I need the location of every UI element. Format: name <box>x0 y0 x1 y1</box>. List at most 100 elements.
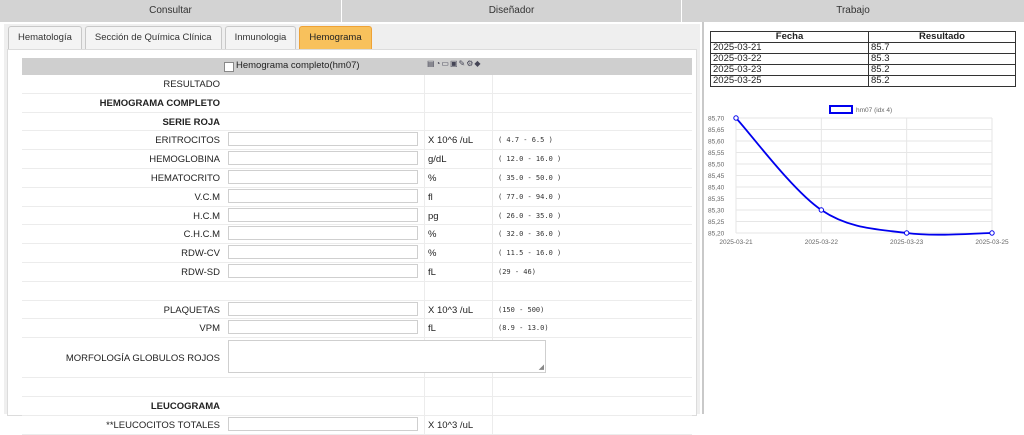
column-divider <box>424 206 425 225</box>
tab-hematologia[interactable]: Hematología <box>8 26 82 49</box>
field-label: ERITROCITOS <box>155 135 220 147</box>
section-consultar[interactable]: Consultar <box>0 0 342 22</box>
field-label: H.C.M <box>193 210 220 222</box>
column-divider <box>492 319 493 338</box>
result-input[interactable] <box>228 263 418 278</box>
date-cell: 2025-03-23 <box>710 64 869 76</box>
form-title: Hemograma completo(hm07) <box>236 60 360 71</box>
unit-label: % <box>428 248 437 260</box>
column-divider <box>492 150 493 168</box>
result-input[interactable] <box>228 151 418 166</box>
x-tick-label: 2025-03-21 <box>719 239 753 246</box>
form-row: H.C.M pg ( 26.0 - 35.0 ) <box>22 206 692 226</box>
y-tick-label: 85,20 <box>708 231 725 238</box>
form-row: VPM fL (8.9 - 13.0) <box>22 319 692 339</box>
result-input[interactable] <box>228 320 418 335</box>
result-input[interactable] <box>228 188 418 203</box>
result-cell: 85.7 <box>868 42 1016 54</box>
unit-label: % <box>428 172 437 184</box>
form-rows: RESULTADO HEMOGRAMA COMPLETO SERIE ROJA ERI… <box>22 75 692 435</box>
field-label: SERIE ROJA <box>162 116 220 128</box>
tab-inmunologia[interactable]: Inmunologia <box>224 26 297 49</box>
section-trabajo[interactable]: Trabajo <box>682 0 1024 22</box>
field-label: V.C.M <box>194 191 220 203</box>
form-row: RESULTADO <box>22 75 692 94</box>
reference-range: ( 32.0 - 36.0 ) <box>498 230 562 239</box>
field-label: RDW-CV <box>181 248 220 260</box>
column-divider <box>492 244 493 262</box>
column-divider <box>424 131 425 150</box>
unit-label: fl <box>428 191 433 203</box>
form-row: MORFOLOGÍA GLOBULOS ROJOS ◢ <box>22 338 692 379</box>
reference-range: ( 11.5 - 16.0 ) <box>498 249 562 258</box>
tab-hemograma[interactable]: Hemograma <box>299 26 372 49</box>
form-row: PLAQUETAS X 10^3 /uL (150 - 500) <box>22 300 692 320</box>
hemograma-checkbox[interactable] <box>224 62 234 72</box>
result-input[interactable] <box>228 169 418 184</box>
panel-divider[interactable] <box>702 22 704 414</box>
table-row: 2025-03-25 85.2 <box>710 75 1016 87</box>
results-chart: hm07 (idx 4) 85,70 85,65 85,60 85,55 85,50 85,… <box>708 105 1009 246</box>
x-tick-label: 2025-03-25 <box>975 239 1009 246</box>
form-row: LEUCOGRAMA <box>22 396 692 416</box>
unit-label: fL <box>428 266 436 278</box>
result-input[interactable] <box>228 416 418 431</box>
column-divider <box>492 300 493 319</box>
table-row: 2025-03-22 85.3 <box>710 53 1016 65</box>
col-header-fecha: Fecha <box>710 31 869 43</box>
resize-grip-icon[interactable]: ◢ <box>539 363 544 371</box>
form-row: HEMOGRAMA COMPLETO <box>22 93 692 113</box>
morfologia-textarea[interactable]: ◢ <box>228 340 546 374</box>
reference-range: (150 - 500) <box>498 305 545 314</box>
form-row: HEMOGLOBINA g/dL ( 12.0 - 16.0 ) <box>22 150 692 169</box>
date-cell: 2025-03-25 <box>710 75 869 87</box>
column-divider <box>424 244 425 262</box>
toolbar-icons[interactable]: ▤◔▭▣✎⚙◆ <box>427 59 482 68</box>
y-tick-label: 85,70 <box>708 116 725 123</box>
tab-content: Hemograma completo(hm07) ▤◔▭▣✎⚙◆ RESULTA… <box>7 49 697 435</box>
field-label: RESULTADO <box>163 79 220 90</box>
reference-range: ( 4.7 - 6.5 ) <box>498 136 553 145</box>
date-cell: 2025-03-21 <box>710 42 869 54</box>
x-tick-label: 2025-03-23 <box>890 239 924 246</box>
form-row: C.H.C.M% ( 32.0 - 36.0 ) <box>22 225 692 245</box>
legend-swatch <box>829 105 853 114</box>
section-disenador[interactable]: Diseñador <box>342 0 682 22</box>
reference-range: (29 - 46) <box>498 267 536 276</box>
tab-bar: Hematología Sección de Química Clínica I… <box>8 26 375 49</box>
field-label: RDW-SD <box>181 266 220 278</box>
column-divider <box>492 112 493 131</box>
column-divider <box>424 415 425 434</box>
field-label: HEMOGRAMA COMPLETO <box>99 97 220 109</box>
result-input[interactable] <box>228 132 418 147</box>
tab-quimica-clinica[interactable]: Sección de Química Clínica <box>84 26 222 49</box>
column-divider <box>492 187 493 206</box>
result-input[interactable] <box>228 301 418 316</box>
field-label: **LEUCOCITOS TOTALES <box>106 419 220 431</box>
column-divider <box>424 150 425 168</box>
result-cell: 85.2 <box>868 75 1016 87</box>
result-input[interactable] <box>228 207 418 222</box>
y-tick-label: 85,55 <box>708 150 725 157</box>
column-divider <box>424 319 425 338</box>
y-tick-label: 85,25 <box>708 219 725 226</box>
column-divider <box>424 168 425 187</box>
y-tick-label: 85,65 <box>708 127 725 134</box>
y-tick-label: 85,35 <box>708 196 725 203</box>
form-row: RDW-SD fL (29 - 46) <box>22 262 692 282</box>
column-divider <box>492 225 493 244</box>
field-label: HEMOGLOBINA <box>149 154 220 166</box>
column-divider <box>424 300 425 319</box>
reference-range: (8.9 - 13.0) <box>498 324 549 333</box>
x-tick-label: 2025-03-22 <box>805 239 839 246</box>
unit-label: fL <box>428 323 436 335</box>
right-panel: Fecha Resultado 2025-03-21 85.7 2025-03-22… <box>706 24 1024 414</box>
field-label: LEUCOGRAMA <box>150 400 220 412</box>
result-input[interactable] <box>228 245 418 260</box>
y-tick-label: 85,50 <box>708 162 725 169</box>
column-divider <box>492 131 493 150</box>
result-input[interactable] <box>228 226 418 241</box>
data-point <box>903 230 910 236</box>
results-table: Fecha Resultado 2025-03-21 85.7 2025-03-22… <box>710 31 1016 87</box>
column-divider <box>492 75 493 93</box>
